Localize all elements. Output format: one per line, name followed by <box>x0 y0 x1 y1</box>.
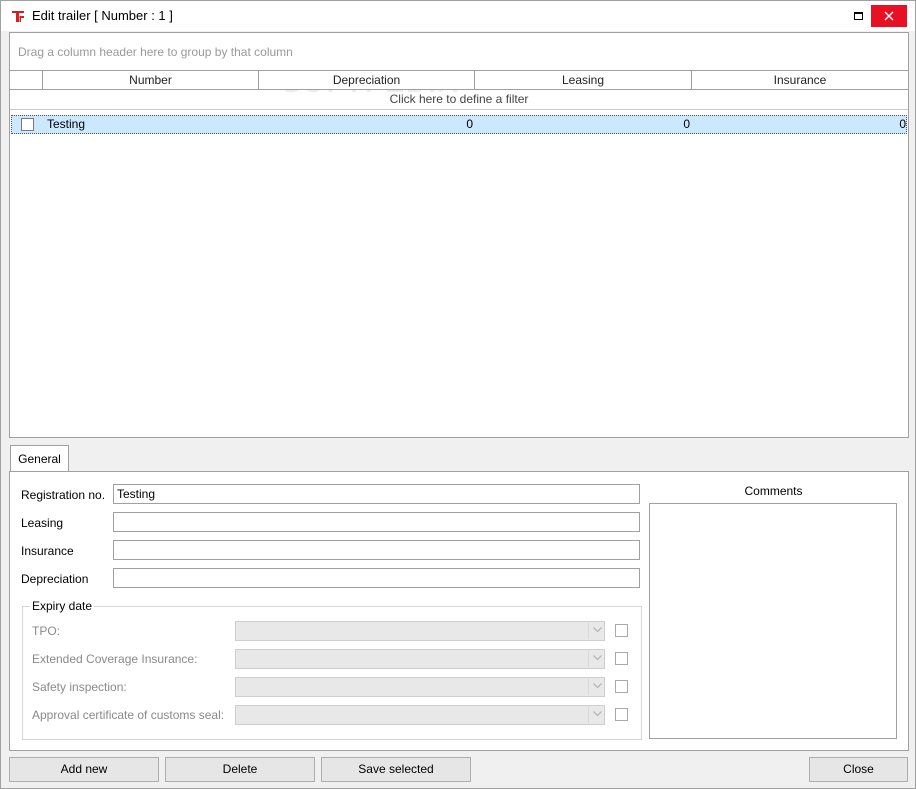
delete-button[interactable]: Delete <box>165 757 315 782</box>
grid-header-row: Number Depreciation Leasing Insurance <box>10 70 908 90</box>
header-indicator-cell[interactable] <box>10 71 43 90</box>
expiry-date-legend: Expiry date <box>30 599 95 613</box>
expiry-date-group: Expiry date TPO: Extended Coverage Insur… <box>22 599 642 740</box>
chevron-down-icon[interactable] <box>588 649 605 667</box>
group-by-panel[interactable]: Drag a column header here to group by th… <box>10 33 908 70</box>
row-select-checkbox[interactable] <box>21 118 34 131</box>
depreciation-label: Depreciation <box>21 572 89 586</box>
cell-depreciation: 0 <box>466 117 473 131</box>
edit-trailer-window: Edit trailer [ Number : 1 ] Drag a colum… <box>0 0 916 789</box>
tpo-label: TPO: <box>32 624 61 638</box>
cell-leasing: 0 <box>683 117 690 131</box>
save-selected-button[interactable]: Save selected <box>321 757 471 782</box>
leasing-label: Leasing <box>21 516 64 530</box>
column-header-insurance[interactable]: Insurance <box>692 71 908 90</box>
leasing-field[interactable] <box>113 512 640 532</box>
column-header-number[interactable]: Number <box>43 71 259 90</box>
registration-field[interactable]: Testing <box>113 484 640 504</box>
cell-insurance: 0 <box>899 117 906 131</box>
filter-row[interactable]: Click here to define a filter <box>10 90 908 110</box>
app-logo-icon <box>11 9 25 23</box>
chevron-down-icon[interactable] <box>588 705 605 723</box>
maximize-button[interactable] <box>843 1 873 31</box>
comments-label: Comments <box>744 484 803 498</box>
table-row[interactable]: Testing 0 0 0 <box>11 115 907 134</box>
group-by-hint: Drag a column header here to group by th… <box>18 45 293 59</box>
tab-general[interactable]: General <box>10 445 69 472</box>
chevron-down-icon[interactable] <box>588 677 605 695</box>
safety-inspection-checkbox[interactable] <box>615 680 628 693</box>
tpo-checkbox[interactable] <box>615 624 628 637</box>
extended-coverage-label: Extended Coverage Insurance: <box>32 652 198 666</box>
close-icon <box>884 11 894 21</box>
extended-coverage-checkbox[interactable] <box>615 652 628 665</box>
window-title: Edit trailer [ Number : 1 ] <box>32 8 173 23</box>
trailer-grid[interactable]: Drag a column header here to group by th… <box>9 32 909 438</box>
close-button[interactable]: Close <box>809 757 908 782</box>
column-header-leasing[interactable]: Leasing <box>475 71 692 90</box>
comments-textarea[interactable] <box>649 503 897 739</box>
chevron-down-icon[interactable] <box>588 621 605 639</box>
registration-label: Registration no. <box>21 488 106 502</box>
column-header-depreciation[interactable]: Depreciation <box>259 71 475 90</box>
maximize-icon <box>854 12 863 20</box>
window-close-button[interactable] <box>871 5 907 27</box>
customs-seal-checkbox[interactable] <box>615 708 628 721</box>
title-bar[interactable]: Edit trailer [ Number : 1 ] <box>1 1 915 31</box>
add-new-button[interactable]: Add new <box>9 757 159 782</box>
insurance-label: Insurance <box>21 544 74 558</box>
safety-inspection-label: Safety inspection: <box>32 680 127 694</box>
depreciation-field[interactable] <box>113 568 640 588</box>
cell-number: Testing <box>47 117 86 131</box>
insurance-field[interactable] <box>113 540 640 560</box>
general-tab-panel: Registration no. Testing Leasing Insuran… <box>9 471 909 751</box>
customs-seal-label: Approval certificate of customs seal: <box>32 708 225 722</box>
